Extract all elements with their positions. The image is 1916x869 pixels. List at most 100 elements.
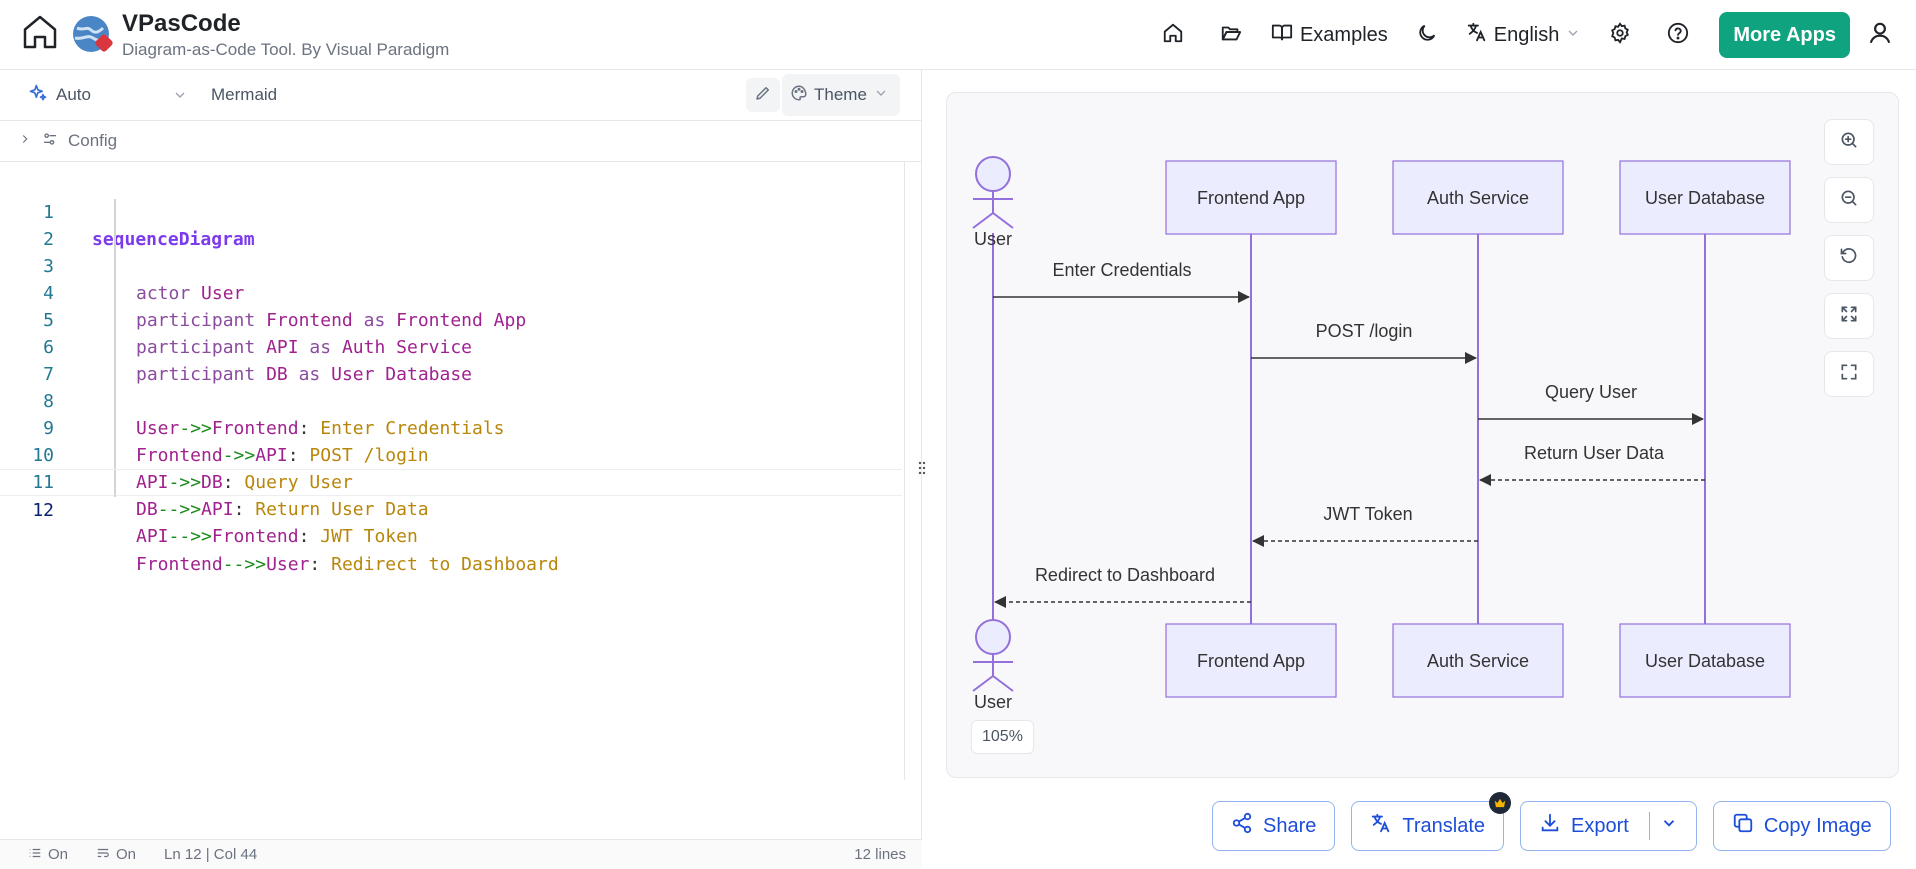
zoom-out-button[interactable]: [1824, 177, 1874, 223]
chevron-down-icon[interactable]: [1660, 814, 1678, 838]
code-line: 3 participant Frontend as Frontend App: [0, 226, 902, 331]
actor-label: User: [974, 229, 1012, 249]
code-token: -->>: [157, 499, 202, 520]
line-count: 12 lines: [854, 846, 906, 863]
examples-link[interactable]: Examples: [1270, 21, 1388, 49]
code-token: -->>: [168, 526, 212, 547]
download-icon: [1539, 812, 1561, 840]
translate-button[interactable]: Translate: [1351, 792, 1512, 851]
format-toggle[interactable]: On: [96, 846, 136, 864]
examples-label: Examples: [1299, 23, 1388, 46]
fit-to-screen-button[interactable]: [1824, 293, 1874, 339]
zoom-in-icon: [1839, 130, 1859, 155]
indent-guide: [114, 253, 116, 280]
code-token: User: [266, 554, 310, 575]
code-token: API: [201, 499, 234, 520]
copy-image-label: Copy Image: [1763, 814, 1872, 837]
share-label: Share: [1263, 814, 1317, 837]
rotate-ccw-icon: [1839, 246, 1859, 271]
edit-button[interactable]: [746, 78, 780, 112]
code-line: 5 participant DB as User Database: [0, 280, 902, 385]
sliders-icon: [42, 131, 58, 152]
code-text: API-->>Frontend: JWT Token: [136, 523, 418, 550]
panel-resize-handle[interactable]: [914, 460, 930, 480]
code-token: Frontend: [136, 554, 223, 575]
participant-label: Frontend App: [1197, 188, 1305, 208]
zoom-out-icon: [1839, 188, 1859, 213]
home-icon: [1162, 22, 1184, 49]
reset-zoom-button[interactable]: [1824, 235, 1874, 281]
fullscreen-icon: [1839, 362, 1859, 387]
word-wrap-toggle[interactable]: On: [28, 846, 68, 864]
folder-open-icon: [1219, 22, 1243, 49]
chevron-down-icon: [1565, 24, 1581, 47]
open-folder-button[interactable]: [1209, 13, 1253, 57]
zoom-in-button[interactable]: [1824, 119, 1874, 165]
code-input[interactable]: 1 sequenceDiagram 2 actor User 3 partici…: [0, 162, 902, 780]
header-nav: Examples English More Apps: [1144, 0, 1916, 70]
code-line: 10 DB-->>API: Return User Data: [0, 415, 902, 520]
dark-mode-toggle[interactable]: [1405, 13, 1449, 57]
export-button[interactable]: Export: [1520, 801, 1697, 851]
message-label: Redirect to Dashboard: [1035, 565, 1215, 585]
actor-label: User: [974, 692, 1012, 712]
indent-guide: [114, 334, 116, 361]
code-line: 7 User->>Frontend: Enter Credentials: [0, 334, 902, 439]
book-icon: [1270, 21, 1294, 49]
copy-icon: [1732, 812, 1754, 840]
expand-icon: [1839, 304, 1859, 329]
participant-label: Auth Service: [1427, 188, 1529, 208]
actor-user-bottom: [972, 619, 1014, 692]
chevron-down-icon: [172, 87, 188, 108]
indent-guide: [114, 199, 116, 226]
config-toggle[interactable]: Config: [0, 120, 922, 162]
help-button[interactable]: [1656, 13, 1700, 57]
theme-dropdown[interactable]: Theme: [782, 74, 900, 116]
message-label: Query User: [1545, 382, 1637, 402]
fullscreen-button[interactable]: [1824, 351, 1874, 397]
gear-icon: [1609, 21, 1631, 49]
code-token: Redirect to Dashboard: [331, 554, 559, 575]
action-bar: Share Translate Export Copy Image: [1212, 792, 1891, 851]
config-label: Config: [68, 131, 118, 150]
app-title: VPasCode: [122, 10, 241, 37]
home-icon: [20, 12, 60, 57]
indent-guide: [114, 226, 116, 253]
indent-guide: [114, 470, 116, 497]
app-logo: [71, 12, 115, 56]
language-selector[interactable]: English: [1466, 21, 1582, 49]
participant-label: User Database: [1645, 188, 1765, 208]
message-label: Return User Data: [1524, 443, 1665, 463]
diagram-language-label: Mermaid: [211, 85, 278, 104]
user-avatar-button[interactable]: [1858, 13, 1902, 57]
indent-guide: [114, 415, 116, 442]
cursor-position: Ln 12 | Col 44: [164, 846, 258, 863]
indent-guide: [114, 442, 116, 469]
settings-button[interactable]: [1598, 13, 1642, 57]
participant-label: User Database: [1645, 651, 1765, 671]
home-button[interactable]: [18, 12, 62, 56]
chevron-right-icon: [18, 131, 32, 151]
code-line: 6: [0, 307, 902, 358]
code-token: API: [136, 526, 169, 547]
code-line: 11 API-->>Frontend: JWT Token: [0, 442, 902, 547]
share-button[interactable]: Share: [1212, 801, 1336, 851]
nav-home-button[interactable]: [1151, 13, 1195, 57]
indent-guide: [114, 388, 116, 415]
message-label: POST /login: [1316, 321, 1413, 341]
more-apps-button[interactable]: More Apps: [1719, 12, 1850, 58]
copy-image-button[interactable]: Copy Image: [1712, 801, 1891, 851]
pencil-icon: [754, 84, 772, 107]
zoom-level: 105%: [971, 720, 1034, 754]
code-line: 4 participant API as Auth Service: [0, 253, 902, 358]
line-number: 12: [32, 500, 54, 521]
mode-select[interactable]: Auto: [28, 78, 188, 112]
diagram-preview[interactable]: User Frontend App Auth Service User Data…: [946, 92, 1899, 778]
help-circle-icon: [1667, 22, 1689, 49]
indent-guide: [114, 361, 116, 388]
code-editor-panel: Auto Mermaid Theme Config 1 sequenceDiag…: [0, 70, 922, 869]
user-icon: [1867, 20, 1893, 51]
code-token: -->>: [222, 554, 267, 575]
code-line: 9 API->>DB: Query User: [0, 388, 902, 493]
code-token: Frontend: [211, 526, 299, 547]
